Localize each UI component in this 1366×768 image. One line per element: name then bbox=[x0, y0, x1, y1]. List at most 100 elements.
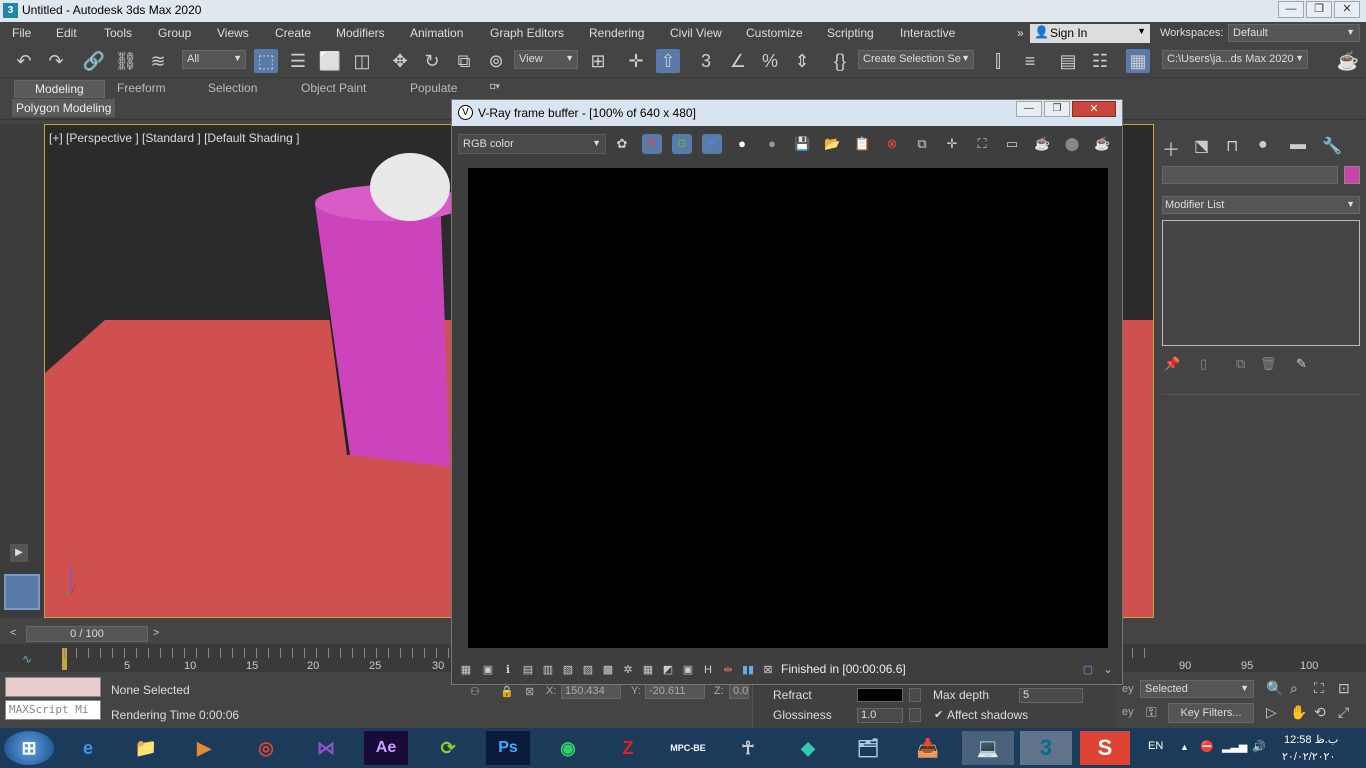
object-color-swatch[interactable] bbox=[1344, 166, 1360, 184]
rectangular-selection-icon[interactable]: ⬜ bbox=[318, 49, 342, 73]
tab-freeform[interactable]: Freeform bbox=[117, 81, 166, 95]
hdr-icon[interactable]: H bbox=[700, 662, 716, 678]
vfb-title-bar[interactable]: V V-Ray frame buffer - [100% of 640 x 48… bbox=[452, 100, 1122, 126]
select-by-name-icon[interactable]: ☰ bbox=[286, 49, 310, 73]
sign-in-button[interactable]: 👤 Sign In ▼ bbox=[1030, 24, 1150, 43]
display-tab-icon[interactable]: ▬ bbox=[1290, 136, 1306, 154]
viewport-label[interactable]: [+] [Perspective ] [Standard ] [Default … bbox=[49, 131, 299, 145]
clipboard-icon[interactable]: 📋 bbox=[854, 136, 870, 152]
select-object-icon[interactable]: ⬚ bbox=[254, 49, 278, 73]
zoner-icon[interactable]: Z bbox=[606, 731, 650, 765]
menu-overflow-icon[interactable]: » bbox=[1017, 26, 1024, 40]
snaps-toggle-icon[interactable]: 3 bbox=[694, 49, 718, 73]
orbit-icon[interactable]: ⟲ bbox=[1314, 704, 1326, 721]
copy-to-max-frame-icon[interactable]: ⧉ bbox=[914, 136, 930, 152]
link-icon[interactable]: 🔗 bbox=[82, 49, 106, 73]
vfb-close-button[interactable]: ✕ bbox=[1072, 101, 1116, 117]
tab-object-paint[interactable]: Object Paint bbox=[301, 81, 366, 95]
menu-customize[interactable]: Customize bbox=[746, 26, 803, 40]
redo-icon[interactable]: ↷ bbox=[44, 49, 68, 73]
percent-snap-icon[interactable]: % bbox=[758, 49, 782, 73]
affect-shadows-checkbox[interactable]: ✔ bbox=[934, 708, 943, 721]
modify-tab-icon[interactable]: ⬔ bbox=[1194, 136, 1209, 156]
visual-studio-icon[interactable]: ⋈ bbox=[304, 731, 348, 765]
rotate-icon[interactable]: ↻ bbox=[420, 49, 444, 73]
menu-rendering[interactable]: Rendering bbox=[589, 26, 644, 40]
after-effects-icon[interactable]: Ae bbox=[364, 731, 408, 765]
z-coordinate-field[interactable]: 0.0 bbox=[729, 683, 749, 699]
align-icon[interactable]: ≡ bbox=[1018, 49, 1042, 73]
place-icon[interactable]: ⊚ bbox=[484, 49, 508, 73]
histogram-icon[interactable]: ▨ bbox=[580, 662, 596, 678]
spinner-snap-icon[interactable]: ⇕ bbox=[790, 49, 814, 73]
compare-icon[interactable]: ⇹ bbox=[720, 662, 736, 678]
info-icon[interactable]: ℹ bbox=[500, 662, 516, 678]
curve-icon[interactable]: ▧ bbox=[560, 662, 576, 678]
menu-tools[interactable]: Tools bbox=[104, 26, 132, 40]
maxscript-listener-pink[interactable] bbox=[5, 677, 101, 697]
track-mouse-icon[interactable]: ✛ bbox=[944, 136, 960, 152]
clock-time[interactable]: 12:58 ب.ظ bbox=[1284, 733, 1338, 746]
disk-icon[interactable]: 🗂 bbox=[846, 731, 890, 765]
sync-icon[interactable]: ⟳ bbox=[426, 731, 470, 765]
angle-snap-icon[interactable]: ∠ bbox=[726, 49, 750, 73]
menu-graph-editors[interactable]: Graph Editors bbox=[490, 26, 564, 40]
refract-map-button[interactable] bbox=[909, 688, 921, 702]
counter-strike-icon[interactable]: ☥ bbox=[726, 731, 770, 765]
render-icon[interactable]: ☕ bbox=[1094, 136, 1110, 152]
bind-space-warp-icon[interactable]: ≋ bbox=[146, 49, 170, 73]
utilities-tab-icon[interactable]: 🔧 bbox=[1322, 136, 1342, 156]
remove-modifier-icon[interactable]: 🗑 bbox=[1260, 356, 1277, 372]
max-depth-spinner[interactable]: 5 bbox=[1019, 688, 1083, 703]
layer-explorer-icon[interactable]: ☷ bbox=[1088, 49, 1112, 73]
tab-populate[interactable]: Populate bbox=[410, 81, 457, 95]
close-button[interactable]: ✕ bbox=[1334, 1, 1360, 18]
network-error-icon[interactable]: ⛔ bbox=[1200, 740, 1214, 753]
lens-effects-icon[interactable]: ✲ bbox=[620, 662, 636, 678]
save-image-icon[interactable]: 💾 bbox=[794, 136, 810, 152]
pan-icon[interactable]: ✋ bbox=[1290, 704, 1307, 721]
stamp-icon[interactable]: ⊠ bbox=[760, 662, 776, 678]
render-last-icon[interactable]: ☕ bbox=[1034, 136, 1050, 152]
y-coordinate-field[interactable]: -20.611 bbox=[645, 683, 705, 699]
absolute-mode-icon[interactable]: ⊠ bbox=[525, 685, 534, 698]
media-player-icon[interactable]: ▶ bbox=[182, 731, 226, 765]
menu-animation[interactable]: Animation bbox=[410, 26, 463, 40]
internet-explorer-icon[interactable]: e bbox=[66, 731, 110, 765]
render-region-icon[interactable]: ⛶ bbox=[974, 136, 990, 152]
glossiness-map-button[interactable] bbox=[909, 708, 921, 722]
polygon-modeling-button[interactable]: Polygon Modeling bbox=[12, 99, 116, 117]
maximize-button[interactable]: ❐ bbox=[1306, 1, 1332, 18]
red-channel-button[interactable]: R bbox=[642, 134, 662, 154]
vfb-minimize-button[interactable]: — bbox=[1016, 101, 1042, 117]
pixel-aspect-icon[interactable]: ▣ bbox=[680, 662, 696, 678]
modifier-list-dropdown[interactable]: Modifier List ▼ bbox=[1162, 196, 1360, 214]
vfb-render-canvas[interactable] bbox=[468, 168, 1108, 648]
green-channel-button[interactable]: G bbox=[672, 134, 692, 154]
color-correction-icon[interactable]: ▤ bbox=[520, 662, 536, 678]
named-selection-dropdown[interactable]: Create Selection Se ▼ bbox=[858, 50, 974, 69]
file-explorer-icon[interactable]: 📁 bbox=[124, 731, 168, 765]
glossiness-spinner[interactable]: 1.0 bbox=[857, 708, 903, 723]
ab-compare-icon[interactable]: ▮▮ bbox=[740, 662, 756, 678]
menu-group[interactable]: Group bbox=[158, 26, 191, 40]
clock-date[interactable]: ۲۰/۰۲/۲۰۲۰ bbox=[1282, 750, 1335, 763]
alpha-channel-icon[interactable]: ● bbox=[764, 136, 780, 152]
zoom-all-icon[interactable]: ⌕ bbox=[1290, 680, 1298, 697]
expand-arrow-icon[interactable]: ▶ bbox=[10, 544, 28, 562]
move-icon[interactable]: ✥ bbox=[388, 49, 412, 73]
frame-icon[interactable]: ▦ bbox=[458, 662, 474, 678]
chrome-icon[interactable]: ◎ bbox=[244, 731, 288, 765]
lut-icon[interactable]: ▦ bbox=[640, 662, 656, 678]
vfb-channel-dropdown[interactable]: RGB color ▼ bbox=[458, 134, 606, 154]
menu-edit[interactable]: Edit bbox=[56, 26, 77, 40]
set-key-icon[interactable]: ⚿ bbox=[1146, 704, 1157, 721]
zoom-extents-icon[interactable]: ⛶ bbox=[1314, 680, 1324, 697]
refract-color-swatch[interactable] bbox=[857, 688, 903, 702]
download-manager-icon[interactable]: 📥 bbox=[906, 731, 950, 765]
start-button[interactable]: ⊞ bbox=[4, 731, 54, 765]
hierarchy-tab-icon[interactable]: ⊓ bbox=[1226, 136, 1238, 156]
filmora-icon[interactable]: ◆ bbox=[786, 731, 830, 765]
stop-render-icon[interactable]: ⬤ bbox=[1064, 136, 1080, 152]
undo-icon[interactable]: ↶ bbox=[12, 49, 36, 73]
